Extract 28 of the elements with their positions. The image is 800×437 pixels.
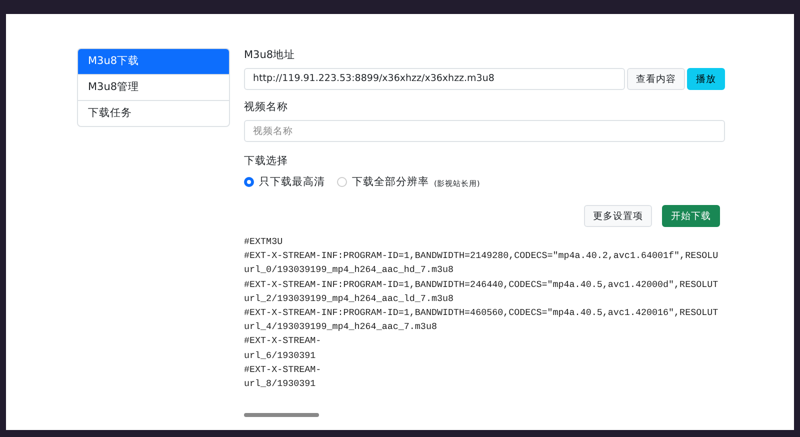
more-settings-button[interactable]: 更多设置项 [584, 205, 652, 227]
code-line: #EXT-X-STREAM- [244, 334, 322, 348]
field-label: 视频名称 [244, 100, 289, 114]
url-field[interactable]: http://119.91.223.53:8899/x36xhzz/x36xhzz.m3u8 [244, 68, 625, 90]
radio-button[interactable] [337, 176, 347, 186]
code-line: #EXT-X-STREAM-INF:PROGRAM-ID=1,BANDWIDTH=460560,CODECS="mp4a.40.5,avc1.420016",RESOLUT [244, 306, 718, 320]
radio-button[interactable] [244, 176, 254, 186]
sidebar-item[interactable]: M3u8下载 [78, 49, 229, 74]
scrollbar-thumb[interactable] [244, 413, 319, 418]
code-line: #EXT-X-STREAM- [244, 362, 322, 377]
start-download-button[interactable]: 开始下载 [662, 205, 720, 227]
video-name-field[interactable]: 视频名称 [244, 120, 725, 142]
code-line: #EXTM3U [244, 235, 283, 249]
option-label[interactable]: 下载全部分辨率 [352, 174, 429, 188]
field-label: M3u8地址 [244, 48, 296, 62]
field-label: 下载选择 [244, 154, 289, 168]
sidebar-item[interactable]: 下载任务 [78, 100, 229, 126]
play-button[interactable]: 播放 [687, 68, 725, 90]
sidebar-item[interactable]: M3u8管理 [78, 74, 229, 100]
code-line: url_6/1930391 [244, 348, 316, 363]
view-content-button[interactable]: 查看内容 [627, 68, 685, 90]
code-line: url_0/193039199_mp4_h264_aac_hd_7.m3u8 [244, 263, 454, 278]
code-line: #EXT-X-STREAM-INF:PROGRAM-ID=1,BANDWIDTH=2149280,CODECS="mp4a.40.2,avc1.64001f",RESOLU [244, 249, 718, 264]
code-line: #EXT-X-STREAM-INF:PROGRAM-ID=1,BANDWIDTH=246440,CODECS="mp4a.40.5,avc1.42000d",RESOLUT [244, 278, 718, 292]
option-label[interactable]: 只下载最高清 [259, 174, 325, 188]
code-line: url_2/193039199_mp4_h264_aac_ld_7.m3u8 [244, 292, 454, 306]
code-line: url_4/193039199_mp4_h264_aac_7.m3u8 [244, 320, 437, 334]
code-line: url_8/1930391 [244, 377, 316, 392]
